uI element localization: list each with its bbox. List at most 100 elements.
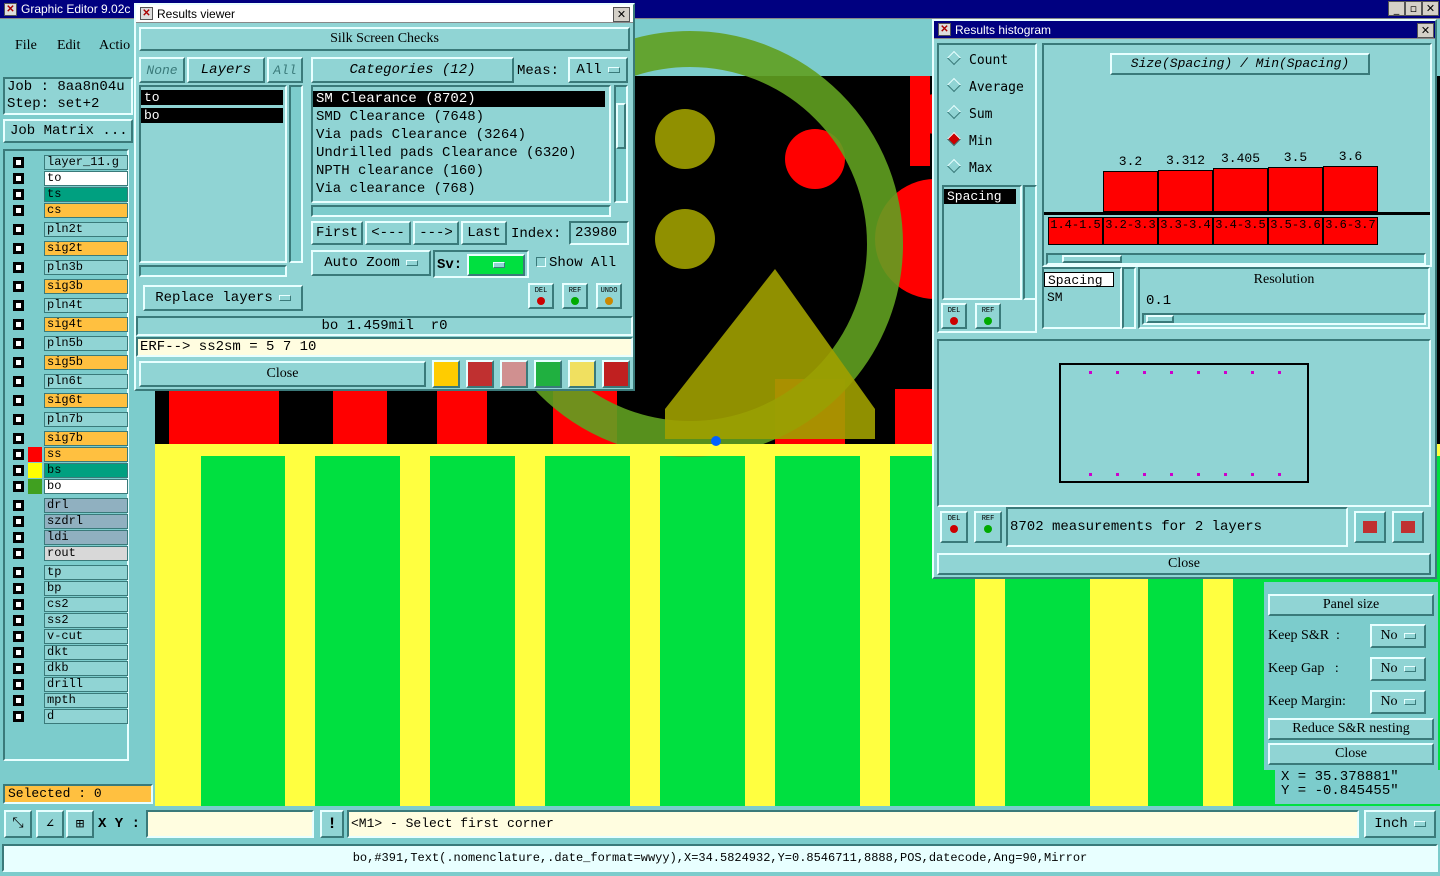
layer-checkbox[interactable] bbox=[13, 205, 24, 216]
layer-row-pln2t[interactable]: pln2t bbox=[10, 222, 128, 237]
last-button[interactable]: Last bbox=[461, 221, 507, 245]
histogram-bar[interactable] bbox=[1158, 170, 1213, 212]
units-dropdown[interactable]: Inch bbox=[1364, 810, 1436, 838]
stat-max-radio[interactable]: Max bbox=[949, 161, 992, 176]
layer-checkbox[interactable] bbox=[13, 433, 24, 444]
hist-ref-button-upper[interactable]: REF bbox=[975, 303, 1001, 329]
meas-dropdown[interactable]: All bbox=[568, 57, 628, 83]
metric-list[interactable]: Spacing SM bbox=[1042, 267, 1122, 329]
hist-del-button[interactable]: DEL bbox=[940, 511, 968, 543]
layer-checkbox[interactable] bbox=[13, 500, 24, 511]
layer-checkbox[interactable] bbox=[13, 567, 24, 578]
histogram-hscroll[interactable] bbox=[1046, 253, 1426, 265]
metric-list-vscroll[interactable] bbox=[1122, 267, 1136, 329]
export-tool-icon[interactable] bbox=[466, 360, 494, 388]
layers-button[interactable]: Layers bbox=[187, 57, 265, 83]
layer-checkbox[interactable] bbox=[13, 583, 24, 594]
layer-row-sig4t[interactable]: sig4t bbox=[10, 317, 128, 332]
layer-row-sig2t[interactable]: sig2t bbox=[10, 241, 128, 256]
panel-close-button[interactable]: Close bbox=[1268, 743, 1434, 765]
warning-icon[interactable]: ! bbox=[320, 810, 344, 838]
layer-checkbox[interactable] bbox=[13, 679, 24, 690]
layer-list-hscroll[interactable] bbox=[139, 265, 287, 277]
categories-button[interactable]: Categories (12) bbox=[311, 57, 514, 83]
layer-row-pln5b[interactable]: pln5b bbox=[10, 336, 128, 351]
zoom-chart-icon[interactable] bbox=[1392, 511, 1424, 543]
layer-row-cs[interactable]: cs bbox=[10, 203, 128, 218]
layer-row-ldi[interactable]: ldi bbox=[10, 530, 128, 545]
layer-row-cs2[interactable]: cs2 bbox=[10, 597, 128, 612]
layer-checkbox[interactable] bbox=[13, 395, 24, 406]
layer-row-pln3b[interactable]: pln3b bbox=[10, 260, 128, 275]
highlight-tool-icon[interactable] bbox=[432, 360, 460, 388]
layer-row-sig7b[interactable]: sig7b bbox=[10, 431, 128, 446]
resolution-slider-thumb[interactable] bbox=[1146, 315, 1174, 323]
layer-checkbox[interactable] bbox=[13, 319, 24, 330]
histogram-bar[interactable] bbox=[1323, 166, 1378, 212]
layer-checkbox[interactable] bbox=[13, 516, 24, 527]
layer-row-dkt[interactable]: dkt bbox=[10, 645, 128, 660]
stat-average-radio[interactable]: Average bbox=[949, 80, 1024, 95]
category-item[interactable]: SMD Clearance (7648) bbox=[313, 109, 609, 125]
measure-tool-icon[interactable]: ∠ bbox=[36, 810, 64, 838]
histogram-close-button[interactable]: Close bbox=[937, 553, 1431, 575]
sv-color-dropdown[interactable] bbox=[467, 254, 525, 276]
export-chart-icon[interactable] bbox=[1354, 511, 1386, 543]
hist-del-button-upper[interactable]: DEL bbox=[941, 303, 967, 329]
layer-checkbox[interactable] bbox=[13, 157, 24, 168]
category-item[interactable]: SM Clearance (8702) bbox=[313, 91, 605, 107]
viewer-ref-button[interactable]: REF bbox=[562, 283, 588, 309]
layer-list-vscroll[interactable] bbox=[289, 85, 303, 263]
attribute-list-vscroll[interactable] bbox=[1023, 185, 1037, 300]
layer-checkbox[interactable] bbox=[13, 615, 24, 626]
layer-row-to[interactable]: to bbox=[10, 171, 128, 186]
job-matrix-button[interactable]: Job Matrix ... bbox=[3, 119, 133, 143]
layer-row-dkb[interactable]: dkb bbox=[10, 661, 128, 676]
histogram-bar[interactable] bbox=[1103, 171, 1158, 212]
layer-row-bo[interactable]: bo bbox=[10, 479, 128, 494]
layer-row-tp[interactable]: tp bbox=[10, 565, 128, 580]
viewer-undo-button[interactable]: UNDO bbox=[596, 283, 622, 309]
metric-item-spacing[interactable]: Spacing bbox=[1044, 272, 1114, 288]
minimize-button[interactable]: _ bbox=[1388, 1, 1405, 16]
layer-checkbox[interactable] bbox=[13, 481, 24, 492]
layer-row-ss2[interactable]: ss2 bbox=[10, 613, 128, 628]
metric-item-sm[interactable]: SM bbox=[1044, 290, 1120, 305]
next-button[interactable]: ---> bbox=[413, 221, 459, 245]
layer-checkbox[interactable] bbox=[13, 548, 24, 559]
keep-gap-dropdown[interactable]: No bbox=[1370, 657, 1426, 681]
layer-checkbox[interactable] bbox=[13, 414, 24, 425]
layer-row-ts[interactable]: ts bbox=[10, 187, 128, 202]
layer-row-mpth[interactable]: mpth bbox=[10, 693, 128, 708]
layer-row-drill[interactable]: drill bbox=[10, 677, 128, 692]
layer-row-d[interactable]: d bbox=[10, 709, 128, 724]
layer-checkbox[interactable] bbox=[13, 465, 24, 476]
layer-row-rout[interactable]: rout bbox=[10, 546, 128, 561]
layer-row-pln4t[interactable]: pln4t bbox=[10, 298, 128, 313]
category-list-vscroll[interactable] bbox=[614, 85, 628, 203]
show-all-checkbox[interactable] bbox=[536, 257, 546, 267]
keep-margin-dropdown[interactable]: No bbox=[1370, 690, 1426, 714]
prev-button[interactable]: <--- bbox=[365, 221, 411, 245]
viewer-close-button[interactable]: Close bbox=[139, 361, 426, 387]
layer-row-v-cut[interactable]: v-cut bbox=[10, 629, 128, 644]
layer-checkbox[interactable] bbox=[13, 663, 24, 674]
layer-checkbox[interactable] bbox=[13, 281, 24, 292]
maximize-button[interactable]: ▫ bbox=[1405, 1, 1422, 16]
layer-checkbox[interactable] bbox=[13, 262, 24, 273]
layer-checkbox[interactable] bbox=[13, 647, 24, 658]
layer-row-pln6t[interactable]: pln6t bbox=[10, 374, 128, 389]
stat-count-radio[interactable]: Count bbox=[949, 53, 1008, 68]
stat-min-radio[interactable]: Min bbox=[949, 134, 992, 149]
compare-tool-icon[interactable] bbox=[534, 360, 562, 388]
histogram-bar[interactable] bbox=[1213, 168, 1268, 212]
hist-ref-button[interactable]: REF bbox=[974, 511, 1002, 543]
stat-sum-radio[interactable]: Sum bbox=[949, 107, 992, 122]
menu-actions[interactable]: Actio bbox=[99, 38, 130, 54]
layer-checkbox[interactable] bbox=[13, 338, 24, 349]
close-window-button[interactable]: ✕ bbox=[1422, 1, 1439, 16]
layer-checkbox[interactable] bbox=[13, 224, 24, 235]
none-button[interactable]: None bbox=[139, 57, 185, 83]
histogram-close-icon[interactable]: ✕ bbox=[1417, 23, 1434, 38]
layer-select-item-to[interactable]: to bbox=[141, 90, 283, 105]
